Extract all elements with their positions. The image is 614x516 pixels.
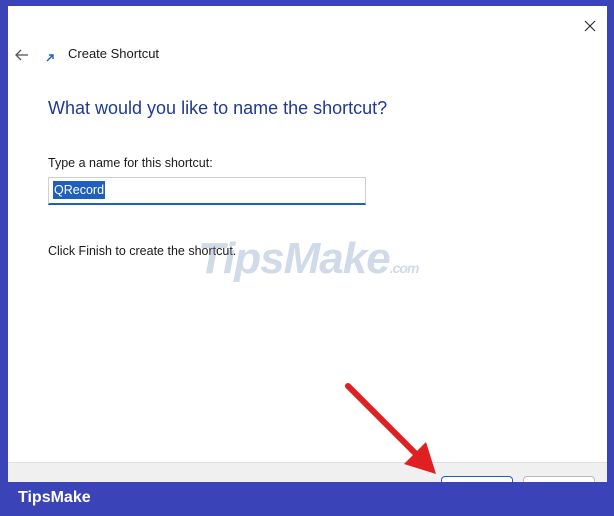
- brand-strip: [0, 482, 614, 516]
- back-button[interactable]: [11, 44, 33, 66]
- watermark-logo: TipsMake.com: [198, 234, 420, 284]
- close-button[interactable]: [578, 14, 602, 38]
- shortcut-icon: [45, 53, 55, 63]
- window-title: Create Shortcut: [68, 46, 160, 61]
- watermark-text: TipsMake: [198, 234, 391, 283]
- page-heading: What would you like to name the shortcut…: [48, 98, 388, 118]
- brand-logo-text: TipsMake: [18, 489, 91, 506]
- dialog-footer: [8, 462, 607, 482]
- create-shortcut-dialog: Create Shortcut What would you like to n…: [8, 6, 607, 482]
- close-icon: [584, 20, 596, 32]
- shortcut-name-field[interactable]: QRecord: [48, 177, 366, 205]
- red-arrow-annotation: [345, 383, 436, 474]
- name-field-label: Type a name for this shortcut:: [48, 156, 213, 170]
- watermark-suffix: .com: [389, 260, 420, 276]
- shortcut-name-input[interactable]: QRecord: [53, 181, 106, 199]
- back-arrow-icon: [15, 49, 28, 61]
